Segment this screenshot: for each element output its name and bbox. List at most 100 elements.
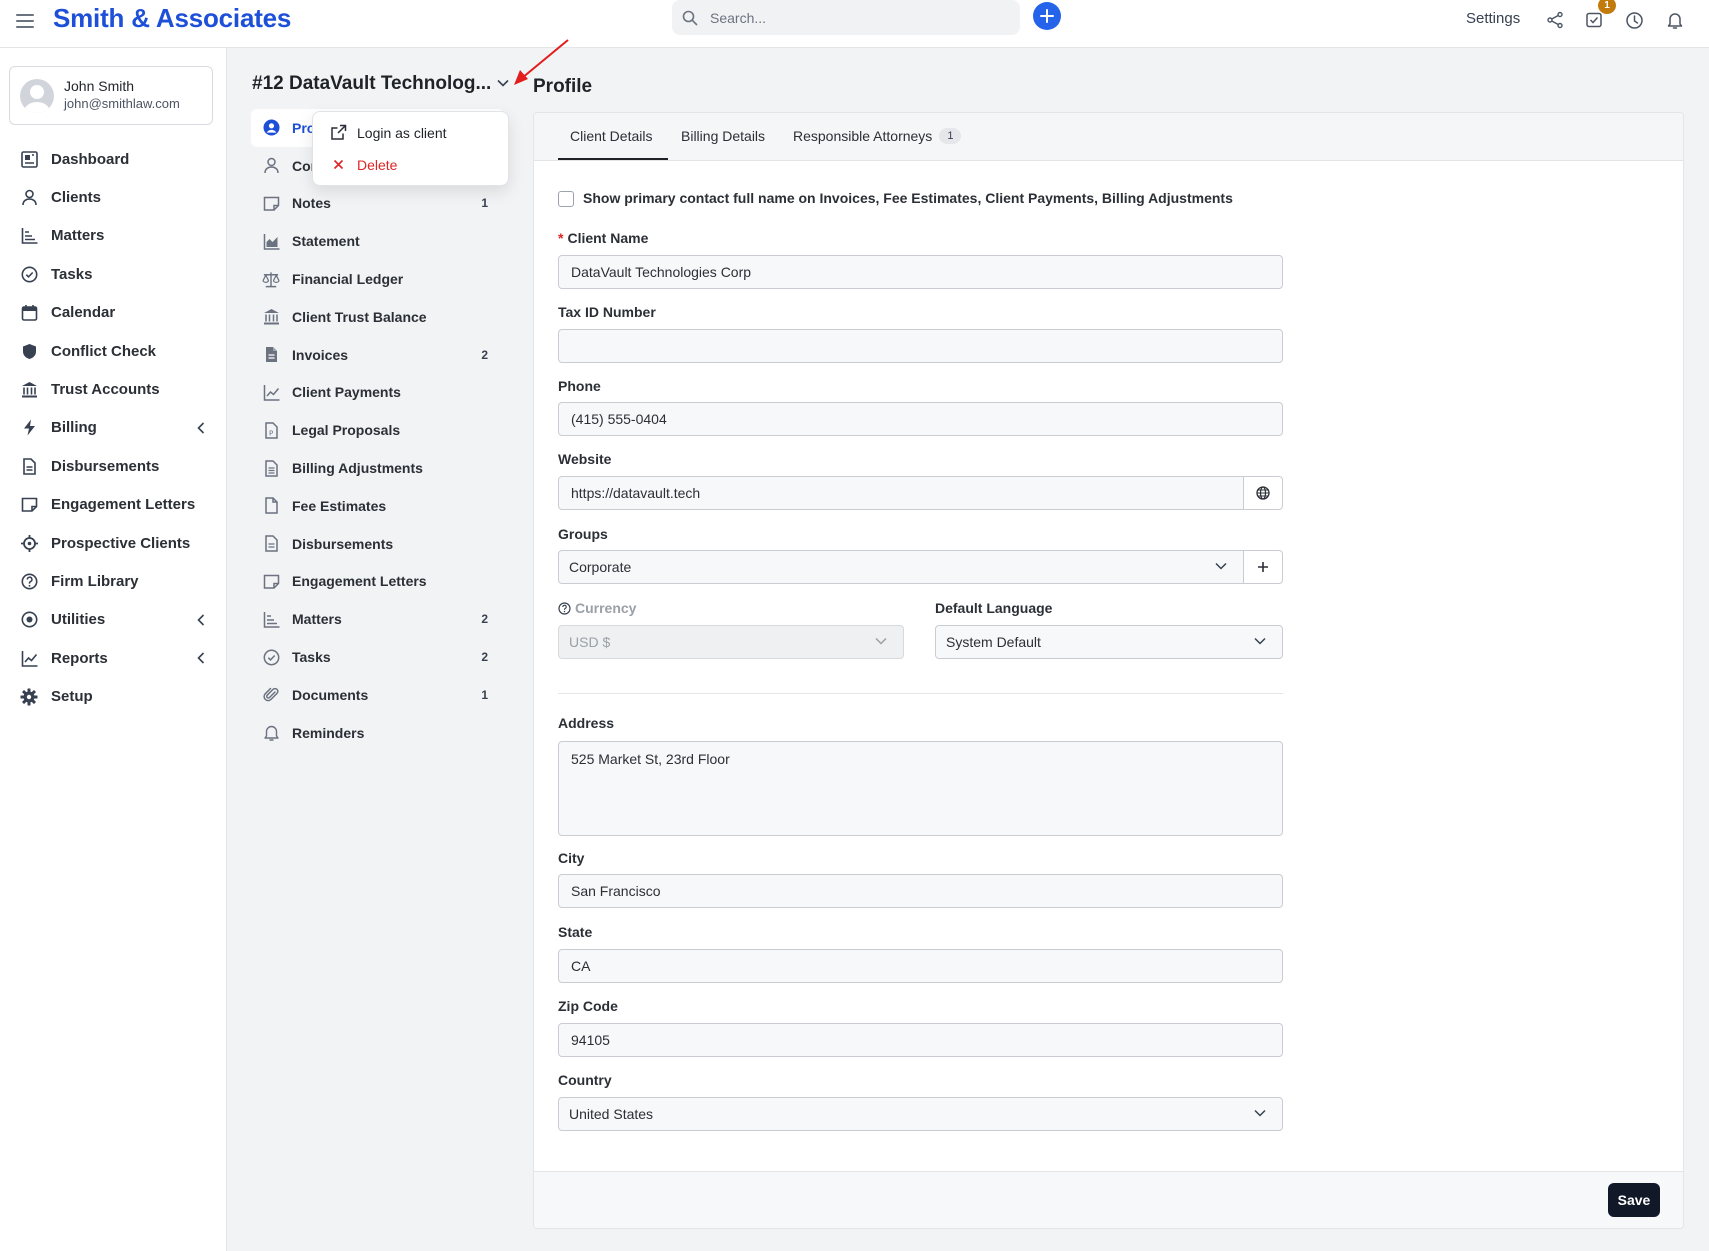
- city-input[interactable]: San Francisco: [558, 874, 1283, 908]
- zip-code-input[interactable]: 94105: [558, 1023, 1283, 1057]
- zip-code-label: Zip Code: [558, 998, 618, 1014]
- close-icon: [333, 159, 344, 170]
- sidebar-item-matters[interactable]: Matters: [0, 217, 227, 255]
- subnav-item-matters[interactable]: Matters 2: [251, 600, 504, 638]
- sidebar-item-calendar[interactable]: Calendar: [0, 294, 227, 332]
- subnav-item-billing-adjustments[interactable]: Billing Adjustments: [251, 449, 504, 487]
- help-icon[interactable]: [558, 601, 571, 615]
- calendar-icon: [20, 304, 38, 322]
- document-icon: [20, 457, 38, 475]
- tab-responsible-attorneys[interactable]: Responsible Attorneys 1: [793, 128, 962, 144]
- default-language-select[interactable]: System Default: [935, 625, 1283, 659]
- page-title: Profile: [533, 76, 593, 97]
- tab-billing-details[interactable]: Billing Details: [681, 128, 765, 144]
- user-card[interactable]: John Smith john@smithlaw.com: [9, 66, 213, 125]
- top-bar: Smith & Associates Search... Settings 1: [0, 0, 1709, 48]
- subnav-item-documents[interactable]: Documents 1: [251, 676, 504, 714]
- address-textarea[interactable]: 525 Market St, 23rd Floor: [558, 741, 1283, 836]
- client-name-input[interactable]: DataVault Technologies Corp: [558, 255, 1283, 289]
- subnav-item-invoices[interactable]: Invoices 2: [251, 336, 504, 374]
- share-icon[interactable]: [1544, 9, 1566, 31]
- website-input[interactable]: https://datavault.tech: [558, 476, 1244, 510]
- menu-icon[interactable]: [16, 12, 34, 30]
- settings-link[interactable]: Settings: [1466, 10, 1520, 27]
- crosshair-icon: [20, 534, 38, 552]
- bank-icon: [262, 308, 280, 326]
- search-icon: [682, 10, 698, 25]
- subnav-item-client-trust-balance[interactable]: Client Trust Balance: [251, 298, 504, 336]
- subnav-item-fee-estimates[interactable]: Fee Estimates: [251, 487, 504, 525]
- subnav-item-financial-ledger[interactable]: Financial Ledger: [251, 260, 504, 298]
- subnav-count: 2: [481, 650, 488, 665]
- sidebar-item-engagement-letters[interactable]: Engagement Letters: [0, 486, 227, 524]
- add-group-button[interactable]: [1243, 550, 1283, 584]
- login-as-client-label: Login as client: [357, 124, 447, 141]
- sidebar-item-label: Matters: [51, 227, 105, 245]
- groups-select[interactable]: Corporate: [558, 550, 1244, 584]
- sidebar-item-trust-accounts[interactable]: Trust Accounts: [0, 370, 227, 408]
- subnav-item-label: Client Trust Balance: [292, 308, 427, 325]
- delete-client-item[interactable]: Delete: [330, 156, 397, 173]
- open-website-button[interactable]: [1243, 476, 1283, 510]
- state-label: State: [558, 924, 593, 940]
- subnav-item-engagement-letters[interactable]: Engagement Letters: [251, 563, 504, 601]
- language-value: System Default: [946, 634, 1041, 650]
- create-new-button[interactable]: [1033, 2, 1061, 30]
- subnav-item-label: Fee Estimates: [292, 497, 387, 514]
- currency-label: Currency: [558, 600, 636, 616]
- chevron-down-icon[interactable]: [497, 79, 509, 87]
- search-input[interactable]: Search...: [672, 0, 1020, 35]
- subnav-count: 2: [481, 347, 488, 362]
- country-select[interactable]: United States: [558, 1097, 1283, 1131]
- subnav-item-label: Notes: [292, 195, 331, 212]
- sidebar-item-tasks[interactable]: Tasks: [0, 255, 227, 293]
- subnav-item-statement[interactable]: Statement: [251, 222, 504, 260]
- help-icon: [20, 572, 38, 590]
- shield-icon: [20, 342, 38, 360]
- subnav-item-client-payments[interactable]: Client Payments: [251, 374, 504, 412]
- clock-icon[interactable]: [1623, 9, 1645, 31]
- client-title: #12 DataVault Technolog...: [252, 73, 492, 94]
- sidebar-item-label: Prospective Clients: [51, 534, 191, 552]
- login-as-client-item[interactable]: Login as client: [330, 124, 447, 141]
- subnav-item-label: Billing Adjustments: [292, 460, 423, 477]
- phone-input[interactable]: (415) 555-0404: [558, 402, 1283, 436]
- subnav-item-tasks[interactable]: Tasks 2: [251, 638, 504, 676]
- chevron-down-icon: [1254, 637, 1266, 645]
- sidebar-item-firm-library[interactable]: Firm Library: [0, 562, 227, 600]
- tab-client-details[interactable]: Client Details: [570, 128, 652, 144]
- form-footer: [534, 1171, 1683, 1228]
- check-circle-icon: [262, 648, 280, 666]
- tasks-badge: 1: [1598, 0, 1616, 14]
- sidebar-item-dashboard[interactable]: Dashboard: [0, 140, 227, 178]
- sidebar-item-reports[interactable]: Reports: [0, 639, 227, 677]
- chevron-left-icon: [197, 422, 205, 434]
- subnav-item-notes[interactable]: Notes 1: [251, 185, 504, 223]
- sidebar-item-clients[interactable]: Clients: [0, 178, 227, 216]
- subnav-item-label: Disbursements: [292, 535, 394, 552]
- tab-label: Billing Details: [681, 128, 766, 144]
- show-contact-name-checkbox[interactable]: [558, 191, 574, 207]
- profile-panel: Client Details Billing Details Responsib…: [533, 112, 1684, 1229]
- brand-logo[interactable]: Smith & Associates: [53, 3, 291, 34]
- sidebar-item-label: Trust Accounts: [51, 381, 160, 399]
- sidebar-item-billing[interactable]: Billing: [0, 409, 227, 447]
- sidebar-item-disbursements[interactable]: Disbursements: [0, 447, 227, 485]
- tax-id-input[interactable]: [558, 329, 1283, 363]
- search-placeholder: Search...: [710, 9, 767, 26]
- sidebar-item-label: Firm Library: [51, 572, 139, 590]
- sidebar-item-label: Clients: [51, 189, 102, 207]
- sidebar-item-conflict-check[interactable]: Conflict Check: [0, 332, 227, 370]
- sidebar-item-prospective-clients[interactable]: Prospective Clients: [0, 524, 227, 562]
- subnav-item-reminders[interactable]: Reminders: [251, 714, 504, 752]
- save-button[interactable]: Save: [1608, 1183, 1660, 1217]
- state-input[interactable]: CA: [558, 949, 1283, 983]
- sidebar-item-utilities[interactable]: Utilities: [0, 601, 227, 639]
- bell-icon[interactable]: [1664, 9, 1686, 31]
- subnav-item-disbursements[interactable]: Disbursements: [251, 525, 504, 563]
- subnav-item-legal-proposals[interactable]: P Legal Proposals: [251, 411, 504, 449]
- section-divider: [558, 693, 1283, 694]
- proposal-icon: P: [262, 421, 280, 439]
- sidebar-item-setup[interactable]: Setup: [0, 677, 227, 715]
- note-icon: [262, 572, 280, 590]
